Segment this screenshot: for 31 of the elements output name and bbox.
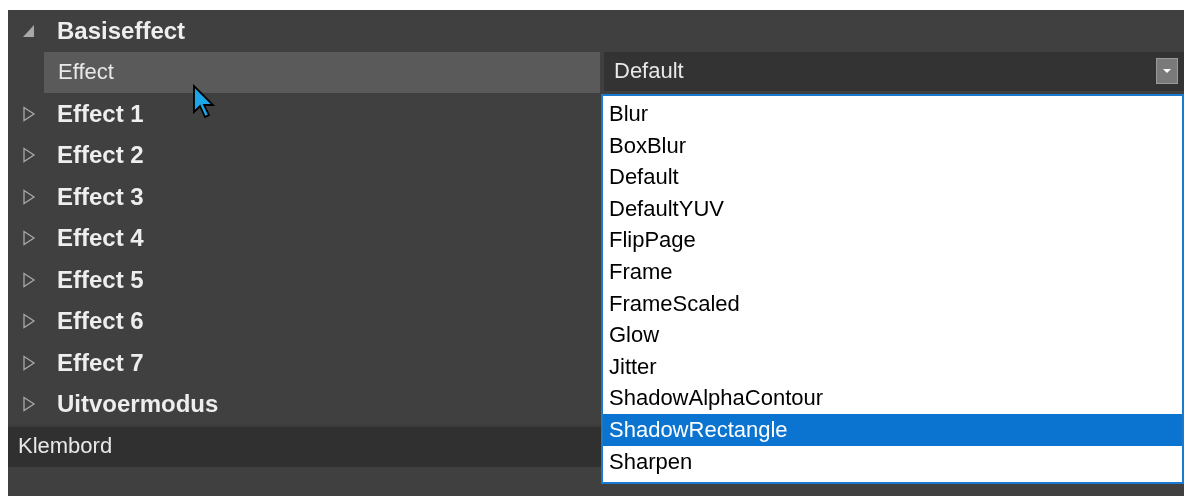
- dropdown-option[interactable]: Blur: [603, 98, 1182, 130]
- collapsed-triangle-icon[interactable]: [22, 313, 36, 330]
- collapsed-triangle-icon[interactable]: [22, 147, 36, 164]
- dropdown-option[interactable]: Glow: [603, 319, 1182, 351]
- collapsed-triangle-icon[interactable]: [22, 105, 36, 122]
- collapsed-triangle-icon[interactable]: [22, 396, 36, 413]
- dropdown-option[interactable]: BoxBlur: [603, 129, 1182, 162]
- dropdown-option[interactable]: Default: [603, 161, 1182, 193]
- dropdown-option[interactable]: DefaultYUV: [603, 192, 1182, 225]
- category-label: Uitvoermodus: [57, 390, 219, 419]
- category-label: Effect 5: [57, 265, 144, 294]
- dropdown-option[interactable]: Jitter: [603, 350, 1182, 383]
- category-label: Effect 1: [57, 99, 144, 128]
- dropdown-option[interactable]: FlipPage: [603, 224, 1182, 256]
- category-label: Effect 3: [57, 182, 144, 211]
- dropdown-option[interactable]: Frame: [603, 255, 1182, 288]
- collapsed-triangle-icon[interactable]: [22, 230, 36, 247]
- property-name[interactable]: Effect: [44, 51, 600, 93]
- combo-box[interactable]: Default: [604, 51, 1184, 91]
- mouse-pointer-icon: [192, 84, 218, 120]
- dropdown-option[interactable]: FrameScaled: [603, 287, 1182, 320]
- dropdown-option[interactable]: ShadowAlphaContour: [603, 382, 1182, 414]
- category-label: Effect 7: [57, 348, 144, 377]
- collapsed-triangle-icon[interactable]: [22, 354, 36, 371]
- collapsed-triangle-icon[interactable]: [22, 188, 36, 205]
- dropdown-option[interactable]: ShadowRectangle: [603, 413, 1182, 446]
- category-label: Effect 2: [57, 141, 144, 170]
- category-label: Effect 6: [57, 307, 144, 336]
- category-label: Effect 4: [57, 224, 144, 253]
- collapsed-triangle-icon[interactable]: [22, 271, 36, 288]
- category-label: Basiseffect: [57, 16, 186, 45]
